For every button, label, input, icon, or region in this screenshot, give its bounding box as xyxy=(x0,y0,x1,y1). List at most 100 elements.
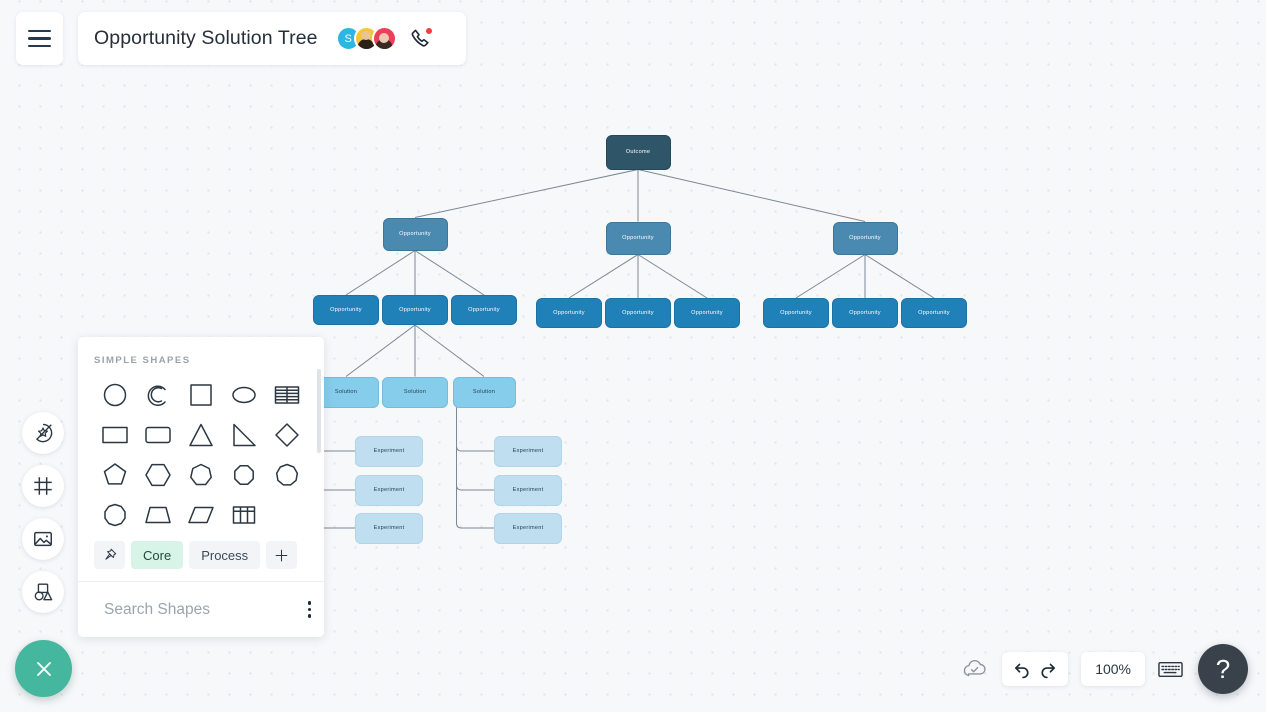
cloud-save-status[interactable] xyxy=(961,658,989,680)
image-icon xyxy=(34,531,52,547)
diagram-node-experiment[interactable]: Experiment xyxy=(355,435,423,467)
diagram-node-opportunity1[interactable]: Opportunity xyxy=(832,221,898,255)
diagram-node-opportunity2[interactable]: Opportunity xyxy=(382,295,448,325)
node-label: Opportunity xyxy=(553,310,585,316)
diagram-node-experiment[interactable]: Experiment xyxy=(355,512,423,544)
connector[interactable] xyxy=(795,254,866,299)
diagram-node-solution[interactable]: Solution xyxy=(382,376,448,408)
tab-core[interactable]: Core xyxy=(131,541,184,569)
connector[interactable] xyxy=(345,250,416,296)
zoom-level[interactable]: 100% xyxy=(1081,652,1145,686)
diagram-node-experiment[interactable]: Experiment xyxy=(355,474,423,506)
diagram-node-opportunity2[interactable]: Opportunity xyxy=(451,295,517,325)
diagram-node-opportunity2[interactable]: Opportunity xyxy=(313,295,379,325)
redo-icon xyxy=(1041,663,1056,679)
sidebar-item-image[interactable] xyxy=(22,518,64,560)
sidebar-item-frame[interactable] xyxy=(22,465,64,507)
diagram-node-opportunity2[interactable]: Opportunity xyxy=(605,298,671,328)
shape-arc[interactable] xyxy=(137,379,180,410)
diagram-node-opportunity1[interactable]: Opportunity xyxy=(605,221,671,255)
right-triangle-icon xyxy=(233,423,256,446)
redo-button[interactable] xyxy=(1038,659,1058,679)
shape-search-row xyxy=(78,581,324,637)
shape-ellipse[interactable] xyxy=(222,379,265,410)
node-label: Experiment xyxy=(373,448,405,454)
add-category-button[interactable] xyxy=(266,541,298,569)
more-options-icon xyxy=(308,614,312,618)
shape-hexagon[interactable] xyxy=(137,459,180,490)
hexagon-icon xyxy=(145,463,171,486)
shape-nonagon[interactable] xyxy=(265,459,308,490)
shape-rounded-rectangle[interactable] xyxy=(137,419,180,450)
shape-grid xyxy=(94,379,308,530)
node-label: Experiment xyxy=(512,525,544,531)
diagram-node-experiment[interactable]: Experiment xyxy=(494,435,562,467)
node-label: Opportunity xyxy=(849,235,881,241)
node-label: Opportunity xyxy=(691,310,723,316)
connector[interactable] xyxy=(456,407,495,529)
node-label: Opportunity xyxy=(622,310,654,316)
connector[interactable] xyxy=(414,169,639,218)
shape-panel: SIMPLE SHAPES Core Process xyxy=(78,337,324,637)
diagram-node-opportunity2[interactable]: Opportunity xyxy=(536,298,602,328)
shape-decagon[interactable] xyxy=(94,499,137,530)
connector[interactable] xyxy=(637,169,866,222)
shape-octagon[interactable] xyxy=(222,459,265,490)
diagram-node-opportunity2[interactable]: Opportunity xyxy=(832,298,898,328)
diagram-node-opportunity2[interactable]: Opportunity xyxy=(763,298,829,328)
undo-redo-group xyxy=(1002,652,1069,686)
shape-circle[interactable] xyxy=(94,379,137,410)
decagon-icon xyxy=(104,503,127,526)
node-label: Opportunity xyxy=(849,310,881,316)
shape-heptagon[interactable] xyxy=(180,459,223,490)
connector[interactable] xyxy=(568,254,639,299)
close-panel-button[interactable] xyxy=(15,640,72,697)
keyboard-shortcuts-button[interactable] xyxy=(1158,660,1183,679)
diagram-node-opportunity2[interactable]: Opportunity xyxy=(674,298,740,328)
pin-icon xyxy=(105,548,117,560)
shape-panel-scrollbar[interactable] xyxy=(317,369,321,453)
more-options-button[interactable] xyxy=(304,597,315,621)
shape-square[interactable] xyxy=(180,379,223,410)
shape-right-triangle[interactable] xyxy=(222,419,265,450)
node-label: Solution xyxy=(334,389,358,395)
sidebar-item-shapes[interactable] xyxy=(22,412,64,454)
connector[interactable] xyxy=(345,324,416,377)
undo-button[interactable] xyxy=(1012,659,1032,679)
sidebar-item-shape-library[interactable] xyxy=(22,571,64,613)
octagon-icon xyxy=(233,464,254,485)
connector[interactable] xyxy=(414,324,485,377)
shape-diamond[interactable] xyxy=(265,419,308,450)
connector[interactable] xyxy=(456,407,495,491)
cloud-saved-icon xyxy=(963,659,986,677)
shape-pentagon[interactable] xyxy=(94,459,137,490)
node-label: Experiment xyxy=(512,448,544,454)
diagram-node-opportunity2[interactable]: Opportunity xyxy=(901,298,967,328)
connector[interactable] xyxy=(414,250,485,296)
search-shapes-input[interactable] xyxy=(104,600,304,619)
diamond-icon xyxy=(274,422,299,447)
tab-process[interactable]: Process xyxy=(189,541,261,569)
shape-trapezoid[interactable] xyxy=(137,499,180,530)
keyboard-shortcuts-icon xyxy=(1158,661,1183,677)
shape-rectangle[interactable] xyxy=(94,419,137,450)
node-label: Solution xyxy=(403,389,427,395)
diagram-node-experiment[interactable]: Experiment xyxy=(494,512,562,544)
connector[interactable] xyxy=(637,254,708,299)
help-button[interactable]: ? xyxy=(1198,644,1248,694)
connector[interactable] xyxy=(864,254,935,299)
shape-library-icon xyxy=(34,583,53,601)
diagram-node-experiment[interactable]: Experiment xyxy=(494,474,562,506)
connector[interactable] xyxy=(456,407,495,452)
diagram-node-outcome[interactable]: Outcome xyxy=(605,134,671,170)
diagram-node-solution[interactable]: Solution xyxy=(452,376,516,408)
shape-table-rows[interactable] xyxy=(265,379,308,410)
shape-table-grid[interactable] xyxy=(222,499,265,530)
tool-rail xyxy=(22,412,64,613)
node-label: Opportunity xyxy=(468,307,500,313)
diagram-node-opportunity1[interactable]: Opportunity xyxy=(382,217,448,251)
trapezoid-icon xyxy=(145,506,171,523)
shape-triangle[interactable] xyxy=(180,419,223,450)
shape-parallelogram[interactable] xyxy=(180,499,223,530)
pin-tab-button[interactable] xyxy=(94,541,125,569)
